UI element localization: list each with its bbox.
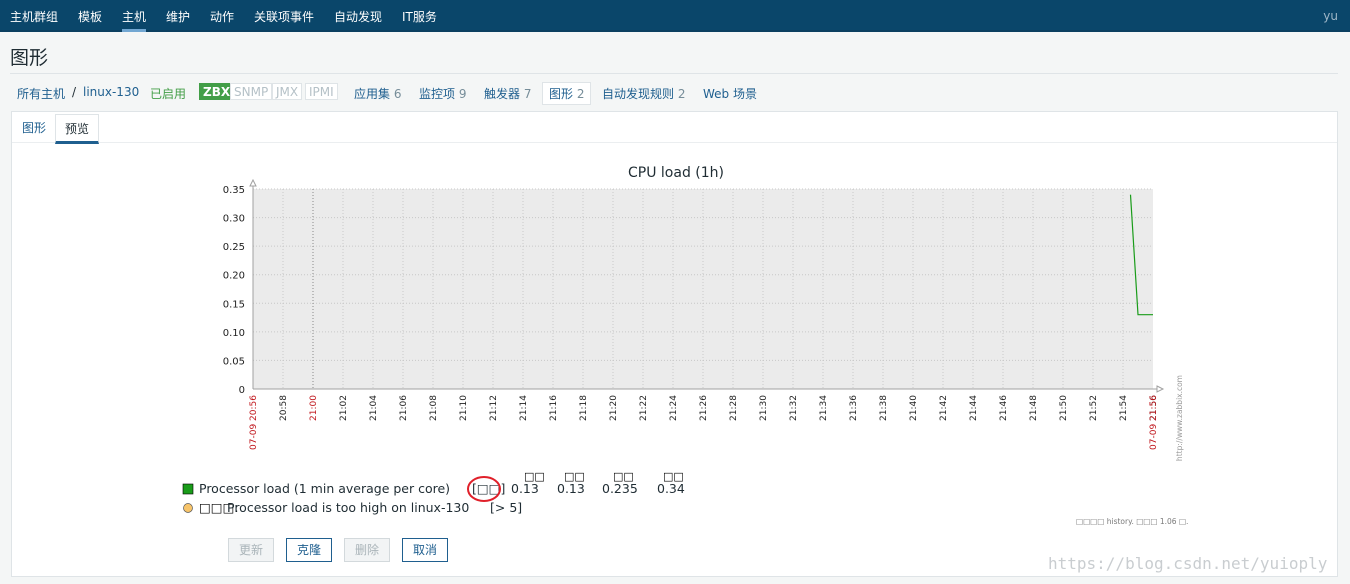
x-tick-label: 21:54 bbox=[1119, 395, 1129, 421]
nav-actions[interactable]: 动作 bbox=[210, 8, 234, 25]
availability-jmx: JMX bbox=[272, 83, 303, 100]
availability-snmp: SNMP bbox=[230, 83, 273, 100]
x-start-label: 07-09 20:56 bbox=[249, 395, 259, 450]
x-tick-label: 21:08 bbox=[429, 395, 439, 421]
x-tick-label: 21:12 bbox=[489, 395, 499, 421]
divider bbox=[10, 73, 1338, 74]
series-swatch bbox=[182, 483, 194, 495]
nav-hosts[interactable]: 主机 bbox=[122, 8, 147, 32]
link-web-scenarios[interactable]: Web 场景 bbox=[703, 85, 757, 102]
x-tick-label: 21:16 bbox=[549, 395, 559, 421]
trigger-label: Processor load is too high on linux-130 bbox=[227, 500, 469, 515]
zabbix-watermark: http://www.zabbix.com bbox=[1175, 375, 1184, 461]
clone-button[interactable]: 克隆 bbox=[286, 538, 333, 562]
x-tick-label: 21:36 bbox=[849, 395, 859, 421]
y-tick-label: 0.05 bbox=[223, 356, 245, 367]
breadcrumb: 所有主机 / linux-130 已启用 ZBX SNMP JMX IPMI 应… bbox=[0, 82, 1350, 105]
cancel-button[interactable]: 取消 bbox=[402, 538, 449, 562]
breadcrumb-separator: / bbox=[72, 85, 77, 99]
x-tick-label: 21:40 bbox=[909, 395, 919, 421]
x-tick-label: 21:26 bbox=[699, 395, 709, 421]
link-triggers[interactable]: 触发器 7 bbox=[484, 85, 531, 102]
x-tick-label: 21:48 bbox=[1029, 395, 1039, 421]
tab-preview[interactable]: 预览 bbox=[55, 114, 100, 144]
y-tick-label: 0 bbox=[239, 385, 245, 396]
x-tick-label: 21:34 bbox=[819, 395, 829, 421]
link-items[interactable]: 监控项 9 bbox=[419, 85, 466, 102]
tab-bar: 图形 预览 bbox=[12, 112, 1337, 144]
link-graphs[interactable]: 图形 2 bbox=[542, 82, 592, 105]
x-tick-label: 21:32 bbox=[789, 395, 799, 421]
x-tick-label: 21:14 bbox=[519, 395, 529, 421]
legend-value-last: 0.13 bbox=[511, 481, 539, 496]
nav-maintenance[interactable]: 维护 bbox=[166, 8, 190, 25]
legend-value-avg: 0.235 bbox=[602, 481, 638, 496]
host-status[interactable]: 已启用 bbox=[150, 85, 186, 102]
x-tick-label: 21:20 bbox=[609, 395, 619, 421]
graph-panel: 图形 预览 CPU load (1h) 0 0.05 0.10 0.15 0.20 0.2… bbox=[11, 111, 1338, 577]
x-axis-arrow bbox=[1156, 385, 1165, 393]
chart-title: CPU load (1h) bbox=[628, 165, 724, 181]
x-tick-label: 21:50 bbox=[1059, 395, 1069, 421]
availability-zbx: ZBX bbox=[199, 83, 235, 100]
x-tick-label: 21:28 bbox=[729, 395, 739, 421]
delete-button[interactable]: 删除 bbox=[344, 538, 391, 562]
y-tick-label: 0.35 bbox=[223, 185, 245, 196]
y-tick-label: 0.30 bbox=[223, 214, 245, 225]
link-discovery-rules[interactable]: 自动发现规则 2 bbox=[602, 85, 685, 102]
breadcrumb-host[interactable]: linux-130 bbox=[83, 85, 139, 99]
y-tick-label: 0.25 bbox=[223, 242, 245, 253]
legend-value-min: 0.13 bbox=[557, 481, 585, 496]
chart-legend: Processor load (1 min average per core) … bbox=[182, 470, 1188, 526]
legend-value-max: 0.34 bbox=[657, 481, 685, 496]
x-tick-label: 21:18 bbox=[579, 395, 589, 421]
trigger-dot bbox=[183, 503, 193, 513]
graph-footnote: □□□□ history. □□□ 1.06 □. bbox=[1076, 517, 1188, 526]
x-end-label: 07-09 21:56 bbox=[1149, 395, 1159, 450]
nav-templates[interactable]: 模板 bbox=[78, 8, 102, 25]
top-navigation: 主机群组 模板 主机 维护 动作 关联项事件 自动发现 IT服务 yu bbox=[0, 0, 1350, 32]
tab-graph[interactable]: 图形 bbox=[22, 119, 46, 136]
x-tick-label: 21:04 bbox=[369, 395, 379, 421]
graph-preview: CPU load (1h) 00.050.100.150.200.250.300… bbox=[182, 165, 1188, 526]
x-hour-label: 21:00 bbox=[309, 395, 319, 421]
x-tick-label: 21:52 bbox=[1089, 395, 1099, 421]
x-tick-label: 21:06 bbox=[399, 395, 409, 421]
x-tick-label: 21:22 bbox=[639, 395, 649, 421]
plot-area: 0 0.05 0.10 0.15 0.20 0.25 0.30 0.35 20:58 21:02 2… bbox=[223, 178, 1184, 461]
x-tick-label: 21:10 bbox=[459, 395, 469, 421]
y-axis-arrow bbox=[249, 178, 257, 187]
availability-ipmi: IPMI bbox=[305, 83, 338, 100]
x-tick-label: 21:46 bbox=[999, 395, 1009, 421]
series-label: Processor load (1 min average per core) bbox=[199, 481, 450, 496]
watermark: https://blog.csdn.net/yuioply bbox=[1048, 554, 1328, 573]
breadcrumb-all-hosts[interactable]: 所有主机 bbox=[17, 85, 65, 102]
update-button[interactable]: 更新 bbox=[228, 538, 275, 562]
link-applications[interactable]: 应用集 6 bbox=[354, 85, 401, 102]
x-tick-label: 21:44 bbox=[969, 395, 979, 421]
trigger-threshold: [> 5] bbox=[490, 500, 522, 515]
x-tick-label: 21:30 bbox=[759, 395, 769, 421]
y-tick-label: 0.15 bbox=[223, 299, 245, 310]
y-tick-label: 0.20 bbox=[223, 271, 245, 282]
y-tick-label: 0.10 bbox=[223, 328, 245, 339]
x-tick-label: 21:24 bbox=[669, 395, 679, 421]
user-menu[interactable]: yu bbox=[1323, 9, 1338, 23]
x-tick-label: 21:38 bbox=[879, 395, 889, 421]
x-tick-label: 21:42 bbox=[939, 395, 949, 421]
x-tick-label: 20:58 bbox=[279, 395, 289, 421]
nav-host-groups[interactable]: 主机群组 bbox=[10, 8, 58, 25]
nav-discovery[interactable]: 自动发现 bbox=[334, 8, 382, 25]
x-tick-label: 21:02 bbox=[339, 395, 349, 421]
nav-it-services[interactable]: IT服务 bbox=[402, 8, 437, 25]
page-title: 图形 bbox=[10, 47, 49, 69]
nav-correlation[interactable]: 关联项事件 bbox=[254, 8, 314, 25]
